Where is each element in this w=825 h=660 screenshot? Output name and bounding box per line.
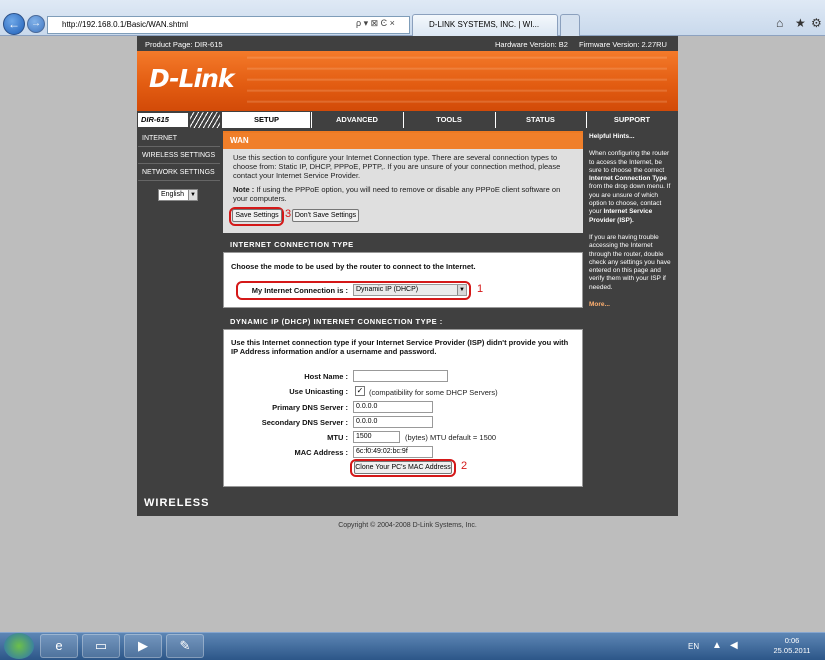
version-bar: Product Page: DIR-615 Hardware Version: … <box>137 38 678 51</box>
clock-date: 25.05.2011 <box>773 646 811 655</box>
chevron-down-icon: ▼ <box>188 190 197 200</box>
mtu-input[interactable]: 1500 <box>353 431 400 443</box>
product-page: Product Page: DIR-615 <box>145 40 223 49</box>
note-text: If using the PPPoE option, you will need… <box>233 185 561 203</box>
dlink-logo: D-Link <box>149 64 235 93</box>
mtu-note: (bytes) MTU default = 1500 <box>405 433 497 442</box>
host-name-input[interactable] <box>353 370 448 382</box>
note-label: Note : <box>233 185 255 194</box>
helpful-hints: Helpful Hints... When configuring the ro… <box>586 129 677 489</box>
home-icon[interactable]: ⌂ <box>776 16 783 30</box>
mac-address-label: MAC Address : <box>294 448 348 457</box>
internet-explorer-icon[interactable]: e <box>40 634 78 658</box>
dhcp-desc: Use this Internet connection type if you… <box>231 338 569 356</box>
annotation-number-3: 3 <box>285 208 292 220</box>
model-stripes <box>190 112 220 128</box>
media-player-icon[interactable]: ▶ <box>124 634 162 658</box>
tab-title: D-LINK SYSTEMS, INC. | WI... <box>429 20 540 29</box>
hints-bold: Internet Connection Type <box>589 175 667 183</box>
secondary-dns-label: Secondary DNS Server : <box>261 418 348 427</box>
more-link[interactable]: More... <box>589 301 674 309</box>
wan-title: WAN <box>223 133 583 149</box>
save-settings-button[interactable]: Save Settings <box>232 209 282 222</box>
settings-icon[interactable]: ⚙ <box>811 16 822 30</box>
nav-network-settings[interactable]: NETWORK SETTINGS <box>138 165 220 181</box>
wan-note: Note : If using the PPPoE option, you wi… <box>233 185 575 203</box>
tab-dlink[interactable]: D-LINK SYSTEMS, INC. | WI... <box>412 14 558 36</box>
host-name-label: Host Name : <box>304 372 348 381</box>
ict-title: INTERNET CONNECTION TYPE <box>223 238 583 252</box>
start-button[interactable] <box>4 633 34 659</box>
tab-status[interactable]: STATUS <box>495 112 585 128</box>
favorites-icon[interactable]: ★ <box>795 16 806 30</box>
url-text: http://192.168.0.1/Basic/WAN.shtml <box>62 20 188 29</box>
explorer-icon[interactable]: ▭ <box>82 634 120 658</box>
tab-setup[interactable]: SETUP <box>222 112 310 128</box>
hints-paragraph-1: When configuring the router to access th… <box>589 150 674 225</box>
dhcp-title: DYNAMIC IP (DHCP) INTERNET CONNECTION TY… <box>223 315 583 329</box>
ict-label: My Internet Connection is : <box>251 286 348 295</box>
dont-save-settings-button[interactable]: Don't Save Settings <box>292 209 359 222</box>
connection-type-value: Dynamic IP (DHCP) <box>356 286 419 293</box>
hints-title: Helpful Hints... <box>589 133 635 140</box>
annotation-number-2: 2 <box>461 460 468 472</box>
forward-button[interactable]: → <box>27 15 45 33</box>
mtu-label: MTU : <box>327 433 348 442</box>
nav-internet[interactable]: INTERNET <box>138 131 220 147</box>
firmware-version: Firmware Version: 2.27RU <box>579 40 667 49</box>
new-tab-button[interactable] <box>560 14 580 36</box>
address-actions-icon[interactable]: ρ ▾ ⊠ Ͼ × <box>356 18 395 29</box>
secondary-dns-input[interactable]: 0.0.0.0 <box>353 416 433 428</box>
tab-support[interactable]: SUPPORT <box>586 112 677 128</box>
wan-intro: Use this section to configure your Inter… <box>233 153 561 180</box>
volume-icon[interactable]: ◀ <box>730 640 738 651</box>
language-value: English <box>161 191 184 198</box>
mac-address-input[interactable]: 6c:f0:49:02:bc:9f <box>353 446 433 458</box>
model-label: DIR-615 <box>138 113 188 127</box>
annotation-number-1: 1 <box>477 283 484 295</box>
language-select[interactable]: English ▼ <box>158 189 198 201</box>
hints-paragraph-2: If you are having trouble accessing the … <box>589 233 671 291</box>
unicasting-label: Use Unicasting : <box>289 387 348 396</box>
clock[interactable]: 0:06 25.05.2011 <box>762 636 822 656</box>
unicasting-note: (compatibility for some DHCP Servers) <box>369 388 498 397</box>
ict-prompt: Choose the mode to be used by the router… <box>231 262 476 271</box>
tab-tools[interactable]: TOOLS <box>403 112 494 128</box>
tab-advanced[interactable]: ADVANCED <box>311 112 402 128</box>
primary-dns-input[interactable]: 0.0.0.0 <box>353 401 433 413</box>
tool-icon[interactable]: ✎ <box>166 634 204 658</box>
clock-time: 0:06 <box>784 636 800 645</box>
network-icon[interactable]: ▲ <box>712 640 722 651</box>
unicasting-checkbox[interactable]: ✓ <box>355 386 365 396</box>
nav-wireless-settings[interactable]: WIRELESS SETTINGS <box>138 148 220 164</box>
left-nav <box>138 129 220 487</box>
banner: D-Link <box>137 51 678 111</box>
language-indicator[interactable]: EN <box>688 642 699 651</box>
connection-type-select[interactable]: Dynamic IP (DHCP) ▼ <box>353 284 467 296</box>
back-button[interactable]: ← <box>3 13 25 35</box>
chevron-down-icon: ▼ <box>457 285 466 295</box>
hints-text: When configuring the router to access th… <box>589 150 670 174</box>
clone-mac-button[interactable]: Clone Your PC's MAC Address <box>354 461 452 474</box>
wireless-footer: WIRELESS <box>137 490 678 516</box>
hardware-version: Hardware Version: B2 <box>495 40 568 49</box>
primary-dns-label: Primary DNS Server : <box>272 403 348 412</box>
copyright: Copyright © 2004-2008 D-Link Systems, In… <box>338 522 477 529</box>
